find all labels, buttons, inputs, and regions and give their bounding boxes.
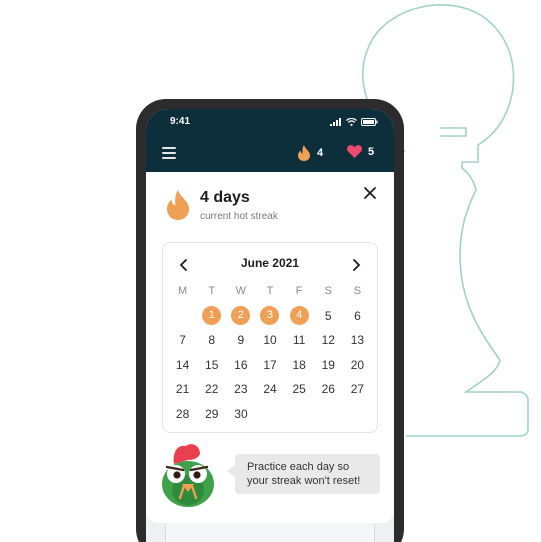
calendar-day[interactable]: 6 xyxy=(343,309,372,323)
calendar-day[interactable]: 27 xyxy=(343,382,372,396)
calendar-day[interactable]: 29 xyxy=(197,407,226,421)
calendar-day[interactable]: 19 xyxy=(314,358,343,372)
calendar-day[interactable]: 8 xyxy=(197,333,226,347)
calendar-day[interactable]: 7 xyxy=(168,333,197,347)
weekday-row: M T W T F S S xyxy=(168,279,372,304)
calendar-day[interactable]: 9 xyxy=(226,333,255,347)
calendar-day[interactable]: 16 xyxy=(226,358,255,372)
streak-indicator[interactable]: 4 xyxy=(297,145,323,161)
weekday-label: S xyxy=(353,285,362,298)
calendar-day[interactable]: 5 xyxy=(314,309,343,323)
battery-icon xyxy=(361,118,378,126)
weekday-label: T xyxy=(266,285,274,298)
calendar-day[interactable]: 25 xyxy=(285,382,314,396)
calendar-day-number: 1 xyxy=(202,306,222,326)
streak-subtitle: current hot streak xyxy=(200,211,278,222)
calendar-day[interactable]: 21 xyxy=(168,382,197,396)
owl-mascot xyxy=(162,444,214,507)
calendar-day[interactable]: 20 xyxy=(343,358,372,372)
calendar-day[interactable]: 23 xyxy=(226,382,255,396)
calendar-day[interactable]: 22 xyxy=(197,382,226,396)
calendar-day[interactable]: 11 xyxy=(285,333,314,347)
calendar-day-streak[interactable]: 2 xyxy=(226,306,255,326)
calendar-day[interactable]: 18 xyxy=(285,358,314,372)
mascot-message-line: your streak won't reset! xyxy=(247,475,361,487)
background-content-peek xyxy=(165,523,375,542)
lives-indicator[interactable]: 5 xyxy=(347,145,374,158)
calendar-day[interactable]: 13 xyxy=(343,333,372,347)
signal-icon xyxy=(330,118,341,126)
mascot-message-line: Practice each day so xyxy=(247,461,350,473)
calendar-grid: M T W T F S S 1 2 3 4 5 6 7 8 9 10 11 12… xyxy=(168,279,372,426)
weekday-label: M xyxy=(177,285,188,298)
streak-calendar: June 2021 M T W T F S S 1 2 3 4 5 6 7 8 … xyxy=(162,242,378,433)
calendar-day-streak[interactable]: 4 xyxy=(285,306,314,326)
status-icons xyxy=(330,118,378,126)
weekday-label: F xyxy=(295,285,303,298)
calendar-month: June 2021 xyxy=(240,256,300,270)
mascot-speech-bubble: Practice each day so your streak won't r… xyxy=(235,454,380,494)
calendar-day[interactable]: 15 xyxy=(197,358,226,372)
calendar-day[interactable]: 12 xyxy=(314,333,343,347)
calendar-day-number: 3 xyxy=(260,306,280,326)
streak-card: 4 days current hot streak June 2021 M T … xyxy=(146,172,394,523)
weekday-label: T xyxy=(208,285,216,298)
menu-button[interactable] xyxy=(162,147,176,159)
calendar-week: 28 29 30 xyxy=(168,402,372,427)
calendar-day-streak[interactable]: 1 xyxy=(197,306,226,326)
calendar-day[interactable]: 10 xyxy=(255,333,284,347)
calendar-day[interactable]: 17 xyxy=(255,358,284,372)
flame-icon xyxy=(167,190,189,220)
calendar-day-number: 4 xyxy=(289,306,309,326)
calendar-week: 14 15 16 17 18 19 20 xyxy=(168,353,372,378)
heart-icon xyxy=(347,145,362,158)
calendar-week: 21 22 23 24 25 26 27 xyxy=(168,377,372,402)
app-bar: 4 5 xyxy=(146,136,394,172)
flame-icon xyxy=(298,145,310,161)
calendar-day-number: 2 xyxy=(231,306,251,326)
status-time: 9:41 xyxy=(170,116,191,127)
weekday-label: W xyxy=(235,285,247,298)
calendar-day[interactable]: 24 xyxy=(255,382,284,396)
calendar-day[interactable]: 28 xyxy=(168,407,197,421)
wifi-icon xyxy=(346,118,357,126)
chevron-right-icon[interactable] xyxy=(351,259,361,271)
status-bar: 9:41 xyxy=(146,109,394,136)
calendar-day-streak[interactable]: 3 xyxy=(255,306,284,326)
streak-title: 4 days xyxy=(200,189,250,206)
calendar-day[interactable]: 26 xyxy=(314,382,343,396)
calendar-week: 1 2 3 4 5 6 xyxy=(168,304,372,329)
calendar-day[interactable]: 14 xyxy=(168,358,197,372)
streak-count: 4 xyxy=(317,147,324,159)
lives-count: 5 xyxy=(368,145,375,158)
calendar-day[interactable]: 30 xyxy=(226,407,255,421)
close-button[interactable] xyxy=(362,185,378,201)
weekday-label: S xyxy=(324,285,332,298)
calendar-week: 7 8 9 10 11 12 13 xyxy=(168,328,372,353)
